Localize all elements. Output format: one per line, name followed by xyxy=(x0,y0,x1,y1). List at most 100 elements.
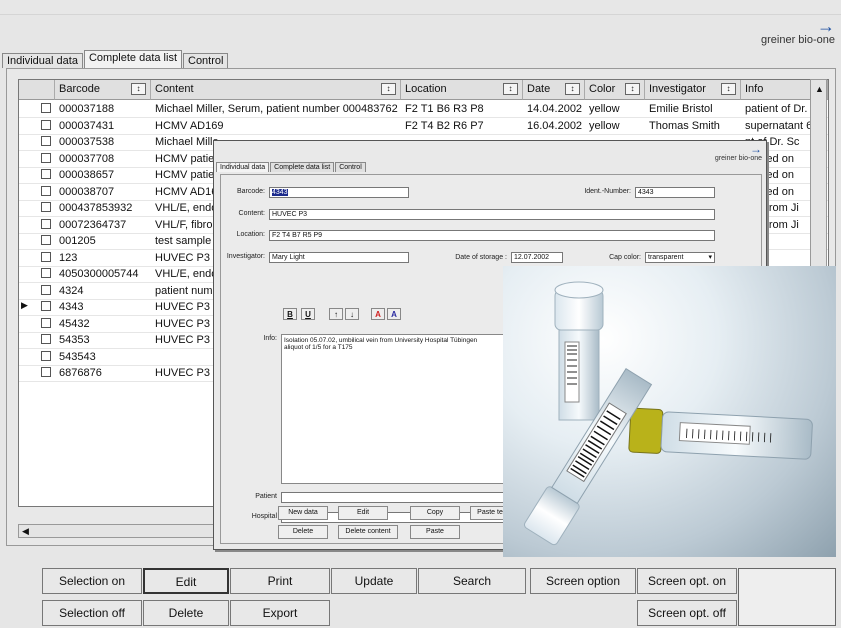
barcode-field[interactable]: 4343 xyxy=(269,187,409,198)
col-header-location[interactable]: Location ↕ xyxy=(401,80,523,100)
font-color-red-button[interactable]: A xyxy=(371,308,385,320)
investigator-field[interactable]: Mary Light xyxy=(269,252,409,263)
cell-investigator: Thomas Smith xyxy=(649,119,720,132)
sort-icon[interactable]: ↕ xyxy=(625,83,640,95)
row-checkbox[interactable] xyxy=(41,350,51,361)
cell-barcode: 001205 xyxy=(59,235,96,247)
col-header-content[interactable]: Content ↕ xyxy=(151,80,401,100)
location-label: Location: xyxy=(236,231,265,238)
row-checkbox[interactable] xyxy=(41,185,51,196)
cap-color-select[interactable]: transparent ▾ xyxy=(645,252,715,263)
arrow-up-icon[interactable]: ↑ xyxy=(329,308,343,320)
detail-tabs: Individual data Complete data list Contr… xyxy=(216,162,367,172)
tubes-illustration: ||||||||||||||| xyxy=(524,281,813,546)
scroll-up-icon[interactable]: ▲ xyxy=(815,84,824,94)
row-checkbox[interactable] xyxy=(41,119,51,130)
cell-barcode: 45432 xyxy=(59,317,90,330)
detail-edit-button[interactable]: Edit xyxy=(338,506,388,520)
row-checkbox[interactable] xyxy=(41,169,51,179)
sort-icon[interactable]: ↕ xyxy=(721,83,736,95)
brand-name: greiner bio-one xyxy=(761,34,835,46)
sort-icon[interactable]: ↕ xyxy=(381,83,396,95)
cryovial-tubes-photo: ||||||||||||||| xyxy=(503,266,836,557)
cell-barcode: 6876876 xyxy=(59,367,102,379)
paste-button[interactable]: Paste xyxy=(410,525,460,539)
tab-complete-data-list[interactable]: Complete data list xyxy=(83,50,182,68)
cell-barcode: 4050300005744 xyxy=(59,268,139,280)
cell-barcode: 000038657 xyxy=(59,169,115,181)
cell-barcode: 000038707 xyxy=(59,185,115,198)
col-header-barcode[interactable]: Barcode ↕ xyxy=(55,80,151,100)
col-label-location: Location xyxy=(405,83,447,95)
row-checkbox[interactable] xyxy=(41,218,51,229)
delete-content-button[interactable]: Delete content xyxy=(338,525,398,539)
selection-off-button[interactable]: Selection off xyxy=(42,600,142,626)
underline-button[interactable]: U xyxy=(301,308,315,320)
grid-corner-header xyxy=(19,80,55,100)
search-button[interactable]: Search xyxy=(418,568,526,594)
col-header-investigator[interactable]: Investigator ↕ xyxy=(645,80,741,100)
update-button[interactable]: Update xyxy=(331,568,417,594)
sort-icon[interactable]: ↕ xyxy=(565,83,580,95)
export-button[interactable]: Export xyxy=(230,600,330,626)
delete-button[interactable]: Delete xyxy=(143,600,229,626)
row-checkbox[interactable] xyxy=(41,152,51,163)
brand-swoosh-icon: → xyxy=(817,16,835,36)
row-checkbox[interactable] xyxy=(41,317,51,328)
tab-individual-data[interactable]: Individual data xyxy=(2,53,83,68)
row-checkbox[interactable] xyxy=(41,284,51,295)
row-checkbox[interactable] xyxy=(41,136,51,146)
location-field[interactable]: F2 T4 B7 R5 P9 xyxy=(269,230,715,241)
cell-date: 14.04.2002 xyxy=(527,103,583,115)
sort-icon[interactable]: ↕ xyxy=(131,83,146,95)
info-label: Info: xyxy=(263,335,277,342)
row-checkbox[interactable] xyxy=(41,235,51,245)
ident-number-field[interactable]: 4343 xyxy=(635,187,715,198)
col-header-date[interactable]: Date ↕ xyxy=(523,80,585,100)
cell-investigator: Emilie Bristol xyxy=(649,103,713,115)
row-checkbox[interactable] xyxy=(41,301,51,311)
row-checkbox[interactable] xyxy=(41,334,51,344)
cell-barcode: 000037431 xyxy=(59,119,115,132)
row-pointer-icon xyxy=(21,119,33,132)
sort-icon[interactable]: ↕ xyxy=(503,83,518,95)
detail-tab-complete-data-list[interactable]: Complete data list xyxy=(270,162,335,172)
copy-button[interactable]: Copy xyxy=(410,506,460,520)
row-checkbox[interactable] xyxy=(41,367,51,377)
row-pointer-icon xyxy=(21,152,33,165)
content-field[interactable]: HUVEC P3 xyxy=(269,209,715,220)
row-pointer-icon xyxy=(21,366,33,379)
table-row[interactable]: 000037431 HCMV AD169 F2 T4 B2 R6 P7 16.04.2… xyxy=(19,118,828,135)
detail-delete-button[interactable]: Delete xyxy=(278,525,328,539)
cell-barcode: 54353 xyxy=(59,334,90,346)
font-color-blue-button[interactable]: A xyxy=(387,308,401,320)
tab-control[interactable]: Control xyxy=(183,53,229,68)
bold-button[interactable]: B xyxy=(283,308,297,320)
screen-option-button[interactable]: Screen option xyxy=(530,568,636,594)
hospital-label: Hospital xyxy=(251,513,277,520)
row-checkbox[interactable] xyxy=(41,251,51,262)
col-label-date: Date xyxy=(527,83,551,95)
detail-tab-individual-data[interactable]: Individual data xyxy=(216,162,270,172)
screen-opt-on-button[interactable]: Screen opt. on xyxy=(637,568,737,594)
screen-opt-off-button[interactable]: Screen opt. off xyxy=(637,600,737,626)
col-header-color[interactable]: Color ↕ xyxy=(585,80,645,100)
chevron-down-icon[interactable]: ▾ xyxy=(708,253,712,262)
row-checkbox[interactable] xyxy=(41,103,51,113)
print-button[interactable]: Print xyxy=(230,568,330,594)
detail-tab-control[interactable]: Control xyxy=(335,162,366,172)
edit-button[interactable]: Edit xyxy=(143,568,229,594)
arrow-down-icon[interactable]: ↓ xyxy=(345,308,359,320)
selection-on-button[interactable]: Selection on xyxy=(42,568,142,594)
table-row[interactable]: 000037188 Michael Miller, Serum, patient … xyxy=(19,101,828,118)
row-pointer-icon xyxy=(21,350,33,363)
date-of-storage-field[interactable]: 12.07.2002 xyxy=(511,252,563,263)
row-checkbox[interactable] xyxy=(41,202,51,212)
cap-color-value: transparent xyxy=(648,254,684,261)
detail-brand-logo: → greiner bio-one xyxy=(715,143,762,162)
new-data-button[interactable]: New data xyxy=(278,506,328,520)
row-checkbox[interactable] xyxy=(41,268,51,278)
row-pointer-icon xyxy=(21,185,33,198)
content-label: Content: xyxy=(238,210,265,217)
scroll-left-icon[interactable]: ◀ xyxy=(22,526,29,537)
